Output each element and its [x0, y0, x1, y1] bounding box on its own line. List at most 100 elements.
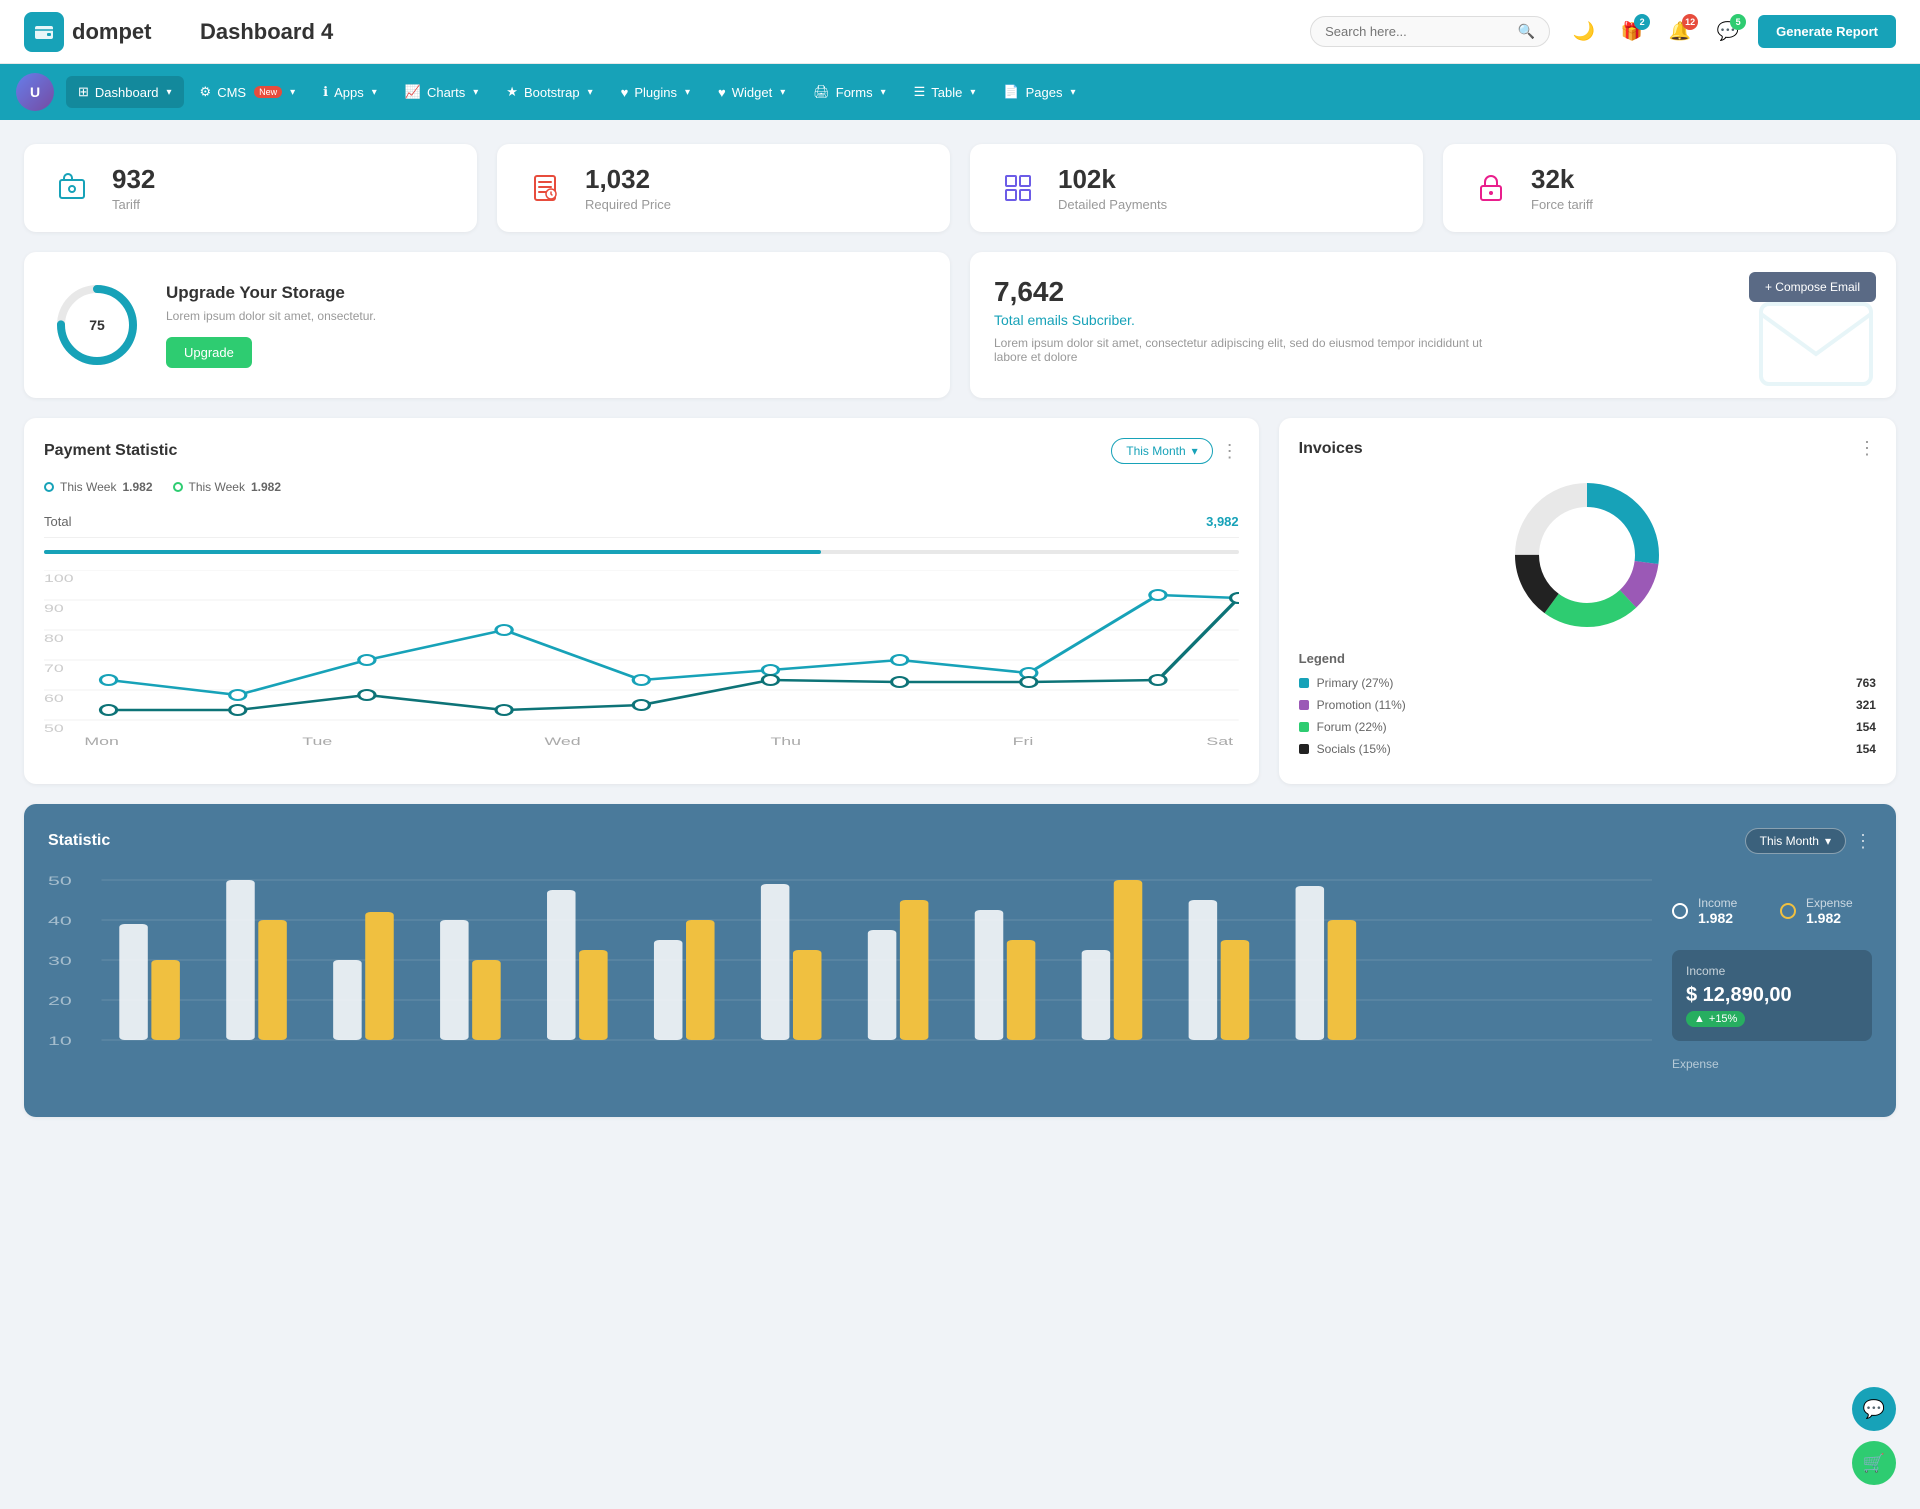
svg-text:30: 30 [48, 954, 72, 968]
income-expense-row: Income 1.982 Expense 1.982 [1672, 896, 1872, 926]
svg-text:Wed: Wed [544, 736, 580, 748]
payment-statistic-card: Payment Statistic This Month ▾ ⋮ This We… [24, 418, 1259, 784]
chevron-down-icon-plugins: ▾ [685, 87, 690, 98]
nav-item-forms[interactable]: 🖨 Forms ▾ [801, 76, 897, 108]
tariff-value: 932 [112, 164, 155, 195]
expense-label: Expense [1806, 896, 1853, 910]
legend-square-socials [1299, 744, 1309, 754]
detailed-payments-value: 102k [1058, 164, 1167, 195]
total-row: Total 3,982 [44, 506, 1239, 538]
more-options-button[interactable]: ⋮ [1221, 441, 1239, 462]
invoices-more-options[interactable]: ⋮ [1858, 438, 1876, 459]
svg-text:20: 20 [48, 994, 72, 1008]
email-count: 7,642 [994, 276, 1872, 308]
stat-card-required-price: 1,032 Required Price [497, 144, 950, 232]
expense-circle [1780, 903, 1796, 919]
legend-item-1: This Week 1.982 [173, 480, 282, 494]
legend-item-0: This Week 1.982 [44, 480, 153, 494]
storage-desc: Lorem ipsum dolor sit amet, onsectetur. [166, 309, 376, 323]
legend-dot-0 [44, 482, 54, 492]
stat-info-detailed-payments: 102k Detailed Payments [1058, 164, 1167, 212]
moon-button[interactable]: 🌙 [1566, 14, 1602, 50]
search-box[interactable]: 🔍 [1310, 16, 1550, 47]
this-month-label: This Month [1126, 444, 1185, 458]
header-icons: 🌙 🎁 2 🔔 12 💬 5 Generate Report [1566, 14, 1896, 50]
logo[interactable]: dompet [24, 12, 184, 52]
payment-progress-bar [44, 550, 1239, 554]
charts-icon: 📈 [405, 84, 421, 100]
svg-text:10: 10 [48, 1034, 72, 1048]
legend-square-promotion [1299, 700, 1309, 710]
nav-label-cms: CMS [217, 85, 246, 100]
legend-left-promotion: Promotion (11%) [1299, 698, 1406, 712]
tariff-icon [48, 164, 96, 212]
legend-left-forum: Forum (22%) [1299, 720, 1387, 734]
statistic-this-month-button[interactable]: This Month ▾ [1745, 828, 1846, 854]
stat-info-tariff: 932 Tariff [112, 164, 155, 212]
chevron-down-icon-bootstrap: ▾ [588, 87, 593, 98]
storage-progress-circle: 75 [52, 280, 142, 370]
chat-button[interactable]: 💬 5 [1710, 14, 1746, 50]
bell-button[interactable]: 🔔 12 [1662, 14, 1698, 50]
nav-item-plugins[interactable]: ♥ Plugins ▾ [609, 77, 702, 108]
cms-badge: New [254, 86, 282, 98]
nav-item-bootstrap[interactable]: ★ Bootstrap ▾ [494, 76, 604, 108]
legend-row: This Week 1.982 This Week 1.982 [44, 480, 1239, 494]
statistic-body: 50 40 30 20 10 [48, 870, 1872, 1093]
nav-item-cms[interactable]: ⚙ CMS New ▾ [188, 76, 308, 108]
chart-header: Payment Statistic This Month ▾ ⋮ [44, 438, 1239, 464]
income-label: Income [1698, 896, 1737, 910]
upgrade-button[interactable]: Upgrade [166, 337, 252, 368]
chart-controls: This Month ▾ ⋮ [1111, 438, 1238, 464]
svg-text:50: 50 [44, 723, 64, 735]
legend-dot-1 [173, 482, 183, 492]
support-fab-button[interactable]: 💬 [1852, 1387, 1896, 1431]
nav-item-apps[interactable]: ℹ Apps ▾ [311, 76, 389, 108]
nav-label-plugins: Plugins [634, 85, 677, 100]
income-panel-badge: ▲ +15% [1686, 1011, 1745, 1027]
gift-button[interactable]: 🎁 2 [1614, 14, 1650, 50]
expense-value: 1.982 [1806, 910, 1853, 926]
bootstrap-icon: ★ [506, 84, 518, 100]
statistic-right-panel: Income 1.982 Expense 1.982 Income $ [1672, 870, 1872, 1093]
cart-fab-button[interactable]: 🛒 [1852, 1441, 1896, 1485]
nav-item-charts[interactable]: 📈 Charts ▾ [393, 76, 491, 108]
income-panel-title: Income [1686, 964, 1858, 978]
statistic-more-options[interactable]: ⋮ [1854, 831, 1872, 852]
storage-info: Upgrade Your Storage Lorem ipsum dolor s… [166, 283, 376, 368]
nav-item-dashboard[interactable]: ⊞ Dashboard ▾ [66, 76, 184, 108]
legend-label-promotion: Promotion (11%) [1317, 698, 1406, 712]
search-input[interactable] [1325, 24, 1510, 39]
nav-item-table[interactable]: ☰ Table ▾ [902, 76, 988, 108]
bar-chart-svg: 50 40 30 20 10 [48, 870, 1652, 1090]
nav-label-widget: Widget [732, 85, 772, 100]
bell-badge: 12 [1682, 14, 1698, 30]
svg-text:40: 40 [48, 914, 72, 928]
required-price-value: 1,032 [585, 164, 671, 195]
invoice-legend-primary: Primary (27%) 763 [1299, 676, 1876, 690]
payment-title: Payment Statistic [44, 442, 177, 460]
middle-row: 75 Upgrade Your Storage Lorem ipsum dolo… [24, 252, 1896, 398]
cms-icon: ⚙ [200, 84, 212, 100]
this-month-button[interactable]: This Month ▾ [1111, 438, 1212, 464]
income-circle [1672, 903, 1688, 919]
svg-text:60: 60 [44, 693, 64, 705]
legend-left-primary: Primary (27%) [1299, 676, 1394, 690]
invoices-legend: Legend Primary (27%) 763 Promotion (11%)… [1299, 651, 1876, 756]
nav-label-dashboard: Dashboard [95, 85, 159, 100]
generate-report-button[interactable]: Generate Report [1758, 15, 1896, 48]
line-chart: 100 90 80 70 60 50 [44, 570, 1239, 750]
nav-item-pages[interactable]: 📄 Pages ▾ [991, 76, 1087, 108]
svg-text:Tue: Tue [302, 736, 332, 748]
legend-val-primary: 763 [1856, 676, 1876, 690]
chevron-down-icon: ▾ [167, 87, 172, 98]
legend-val-1: 1.982 [251, 480, 281, 494]
compose-email-button[interactable]: + Compose Email [1749, 272, 1876, 302]
legend-label-primary: Primary (27%) [1317, 676, 1394, 690]
required-price-icon [521, 164, 569, 212]
expense-info: Expense 1.982 [1806, 896, 1853, 926]
navbar: U ⊞ Dashboard ▾ ⚙ CMS New ▾ ℹ Apps ▾ 📈 C… [0, 64, 1920, 120]
nav-item-widget[interactable]: ♥ Widget ▾ [706, 77, 797, 108]
plugins-icon: ♥ [621, 85, 629, 100]
chevron-down-icon-widget: ▾ [780, 87, 785, 98]
